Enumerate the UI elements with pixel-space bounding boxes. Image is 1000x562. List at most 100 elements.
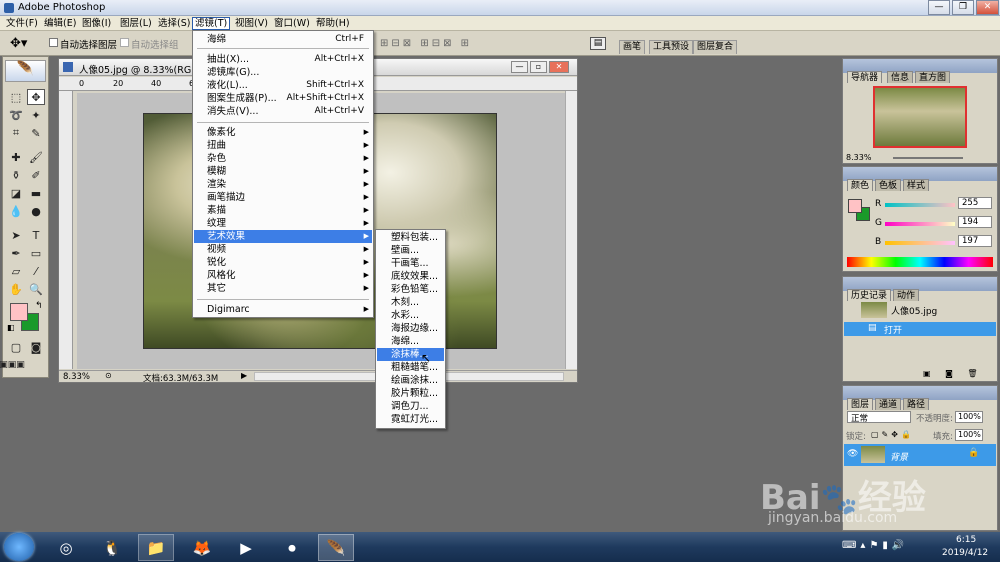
filter-menu-item-video[interactable]: 视频 ▶ — [194, 243, 372, 256]
navigator-zoom[interactable]: 8.33% — [846, 153, 871, 162]
tab-actions[interactable]: 动作 — [893, 289, 920, 301]
artistic-item[interactable]: 塑料包装... — [377, 231, 444, 244]
gradient-tool-icon[interactable]: ▬ — [27, 185, 45, 201]
path-selection-icon[interactable]: ➤ — [7, 227, 25, 243]
tab-brushes[interactable]: 画笔 — [619, 40, 646, 54]
color-foreground-swatch[interactable] — [848, 199, 862, 213]
doc-minimize-button[interactable]: — — [511, 61, 528, 73]
artistic-item[interactable]: 彩色铅笔... — [377, 283, 444, 296]
filter-menu-item-pattern-maker[interactable]: 图案生成器(P)... Alt+Shift+Ctrl+X — [194, 92, 372, 105]
artistic-item[interactable]: 调色刀... — [377, 400, 444, 413]
artistic-item[interactable]: 粗糙蜡笔... — [377, 361, 444, 374]
filter-menu-item-artistic[interactable]: 艺术效果 ▶ — [194, 230, 372, 243]
hand-tool-icon[interactable]: ✋ — [7, 281, 25, 297]
pen-tool-icon[interactable]: ✒ — [7, 245, 25, 261]
crop-tool-icon[interactable]: ⌗ — [7, 125, 25, 141]
brush-tool-icon[interactable]: 🖌 — [27, 149, 45, 165]
filter-menu-item-liquify[interactable]: 液化(L)... Shift+Ctrl+X — [194, 79, 372, 92]
filter-menu-item-gallery[interactable]: 滤镜库(G)... — [194, 66, 372, 79]
healing-brush-icon[interactable]: ✚ — [7, 149, 25, 165]
tab-layers[interactable]: 图层 — [847, 398, 874, 410]
filter-menu-item-distort[interactable]: 扭曲 ▶ — [194, 139, 372, 152]
tab-paths[interactable]: 路径 — [903, 398, 930, 410]
filter-menu-item-pixelate[interactable]: 像素化 ▶ — [194, 126, 372, 139]
dodge-tool-icon[interactable]: ● — [27, 203, 45, 219]
lasso-tool-icon[interactable]: ➰ — [7, 107, 25, 123]
history-step-row[interactable]: ▤ 打开 — [844, 322, 996, 336]
slice-tool-icon[interactable]: ✎ — [27, 125, 45, 141]
photoshop-taskbar-icon[interactable]: 🪶 — [318, 534, 354, 561]
tab-navigator[interactable]: 导航器 — [847, 71, 883, 83]
tab-layer-comps[interactable]: 图层复合 — [693, 40, 738, 54]
artistic-item[interactable]: 绘画涂抹... — [377, 374, 444, 387]
magic-wand-tool-icon[interactable]: ✦ — [27, 107, 45, 123]
history-brush-icon[interactable]: ✐ — [27, 167, 45, 183]
swap-colors-icon[interactable]: ↰ — [35, 301, 43, 311]
b-slider[interactable] — [885, 241, 955, 245]
tray-icons[interactable]: ⌨▴⚑▮🔊 — [842, 540, 908, 551]
tab-swatches[interactable]: 色板 — [875, 179, 902, 191]
marquee-tool-icon[interactable]: ⬚ — [7, 89, 25, 105]
artistic-item[interactable]: 底纹效果... — [377, 270, 444, 283]
artistic-item[interactable]: 木刻... — [377, 296, 444, 309]
g-slider[interactable] — [885, 222, 955, 226]
tab-tool-presets[interactable]: 工具预设 — [649, 40, 694, 54]
color-spectrum-bar[interactable] — [847, 257, 993, 267]
filter-menu-item-noise[interactable]: 杂色 ▶ — [194, 152, 372, 165]
media-app-icon[interactable]: ▶ — [228, 534, 264, 561]
firefox-icon[interactable]: 🦊 — [184, 534, 220, 561]
menu-edit[interactable]: 编辑(E) — [42, 17, 78, 30]
foreground-color-swatch[interactable] — [10, 303, 28, 321]
filter-menu-item-blur[interactable]: 模糊 ▶ — [194, 165, 372, 178]
opacity-value[interactable]: 100% — [955, 411, 983, 423]
filter-menu-item-stylize[interactable]: 风格化 ▶ — [194, 269, 372, 282]
tab-info[interactable]: 信息 — [887, 71, 914, 83]
shape-tool-icon[interactable]: ▭ — [27, 245, 45, 261]
eyedropper-tool-icon[interactable]: ⁄ — [27, 263, 45, 279]
start-button[interactable] — [4, 533, 34, 561]
taskbar-app-icon[interactable]: ◎ — [48, 534, 84, 561]
layer-row-background[interactable]: 👁 背景 🔒 — [844, 444, 996, 466]
tab-styles[interactable]: 样式 — [903, 179, 930, 191]
fill-value[interactable]: 100% — [955, 429, 983, 441]
menu-file[interactable]: 文件(F) — [4, 17, 40, 30]
filter-menu-item-extract[interactable]: 抽出(X)... Alt+Ctrl+X — [194, 53, 372, 66]
close-button[interactable]: ✕ — [976, 0, 999, 15]
eraser-tool-icon[interactable]: ◪ — [7, 185, 25, 201]
palette-well-icon[interactable]: ▤ — [590, 37, 606, 50]
record-app-icon[interactable]: ⏺ — [274, 534, 310, 561]
blur-tool-icon[interactable]: 💧 — [7, 203, 25, 219]
history-snapshot-thumbnail[interactable] — [861, 302, 887, 318]
type-tool-icon[interactable]: T — [27, 227, 45, 243]
menu-filter[interactable]: 滤镜(T) — [192, 17, 231, 30]
menu-window[interactable]: 窗口(W) — [272, 17, 312, 30]
artistic-item[interactable]: 壁画... — [377, 244, 444, 257]
menu-help[interactable]: 帮助(H) — [314, 17, 352, 30]
status-icon[interactable]: ⊙ — [105, 371, 112, 380]
feather-logo-icon[interactable]: 🪶 — [5, 60, 46, 82]
filter-menu-item-sketch[interactable]: 素描 ▶ — [194, 204, 372, 217]
file-explorer-icon[interactable]: 📁 — [138, 534, 174, 561]
g-value[interactable]: 194 — [958, 216, 992, 228]
history-footer-icons[interactable]: ▣ ◙ 🗑 — [923, 369, 984, 378]
default-colors-icon[interactable]: ◧ — [7, 323, 15, 332]
artistic-item-smudge-stick[interactable]: 涂抹棒... — [377, 348, 444, 361]
filter-menu-item-brush-strokes[interactable]: 画笔描边 ▶ — [194, 191, 372, 204]
menu-select[interactable]: 选择(S) — [156, 17, 192, 30]
history-snapshot-name[interactable]: 人像05.jpg — [891, 304, 937, 317]
artistic-item[interactable]: 海报边缘... — [377, 322, 444, 335]
filter-menu-item-texture[interactable]: 纹理 ▶ — [194, 217, 372, 230]
filter-menu-item-last[interactable]: 海绵 Ctrl+F — [194, 33, 372, 46]
align-distribute-icons[interactable]: ⊞⊟⊠ ⊞⊟⊠ ⊞ — [380, 38, 472, 49]
navigator-thumbnail[interactable] — [873, 86, 967, 148]
menu-view[interactable]: 视图(V) — [233, 17, 270, 30]
tab-history[interactable]: 历史记录 — [847, 289, 892, 301]
clone-stamp-icon[interactable]: ⚱ — [7, 167, 25, 183]
menu-layer[interactable]: 图层(L) — [118, 17, 154, 30]
menu-image[interactable]: 图像(I) — [80, 17, 113, 30]
filter-menu-item-sharpen[interactable]: 锐化 ▶ — [194, 256, 372, 269]
lock-icons[interactable]: ▢✎✥🔒 — [871, 430, 914, 439]
navigator-zoom-slider[interactable] — [893, 157, 963, 159]
filter-menu-item-digimarc[interactable]: Digimarc ▶ — [194, 303, 372, 316]
vertical-scrollbar[interactable] — [565, 91, 577, 369]
